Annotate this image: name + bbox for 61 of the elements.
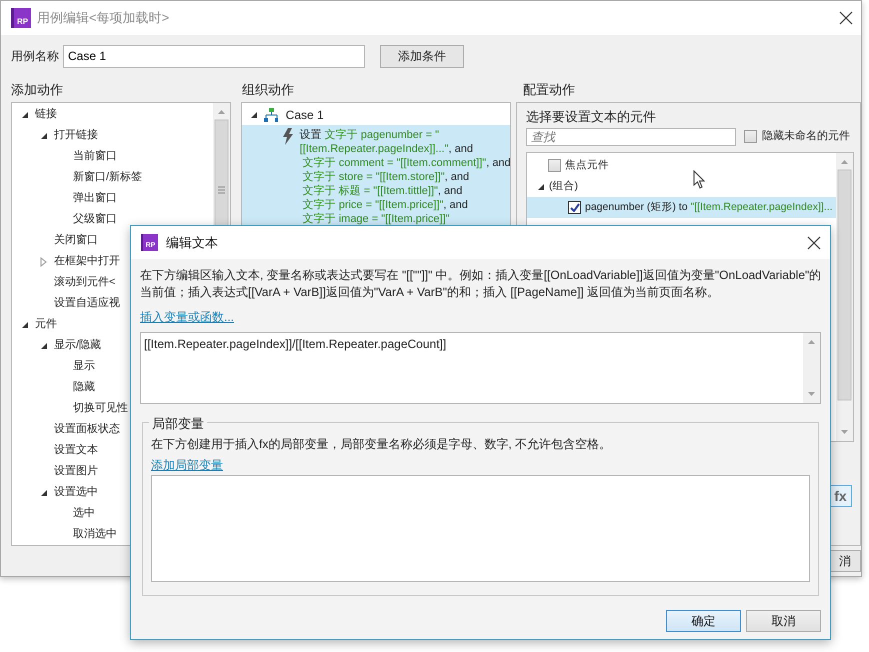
tree-item[interactable]: 设置面板状态	[54, 421, 120, 438]
tree-item[interactable]: 弹出窗口	[73, 190, 117, 207]
mouse-cursor-icon	[693, 170, 705, 189]
checkbox[interactable]	[568, 201, 581, 214]
tree-item[interactable]: 设置图片	[54, 463, 98, 480]
tree-item[interactable]: 元件	[35, 316, 57, 333]
tree-item[interactable]: 关闭窗口	[54, 232, 98, 249]
tree-item[interactable]: 滚动到元件<	[54, 274, 116, 291]
case-row[interactable]: Case 1	[242, 104, 510, 125]
group-label[interactable]: (组合)	[549, 178, 578, 194]
expanded-triangle-icon[interactable]	[537, 182, 545, 190]
widget-row[interactable]: 焦点元件	[527, 155, 853, 176]
tree-item[interactable]: 新窗口/新标签	[73, 169, 142, 186]
tree-item[interactable]: 显示	[73, 358, 95, 375]
tree-item[interactable]: 当前窗口	[73, 148, 117, 165]
field-label: 用例名称	[11, 48, 59, 65]
expanded-triangle-icon[interactable]	[250, 110, 258, 118]
collapsed-triangle-icon[interactable]	[40, 256, 47, 266]
hide-unnamed-checkbox[interactable]: 隐藏未命名的元件	[744, 128, 850, 145]
add-local-variable-link[interactable]: 添加局部变量	[151, 458, 223, 472]
expanded-triangle-icon[interactable]	[21, 320, 29, 328]
checkbox[interactable]	[548, 159, 561, 172]
tree-item[interactable]: 链接	[35, 106, 57, 123]
app-logo: RP	[11, 8, 31, 28]
close-icon[interactable]	[839, 11, 853, 25]
lightning-icon	[282, 128, 294, 145]
expanded-triangle-icon[interactable]	[21, 110, 29, 118]
scrollbar[interactable]	[836, 153, 853, 441]
close-icon[interactable]	[807, 236, 821, 250]
tree-item[interactable]: 设置文本	[54, 442, 98, 459]
dialog-button[interactable]: 确定	[666, 610, 741, 632]
tree-item[interactable]: 选中	[73, 505, 95, 522]
tree-item[interactable]: 打开链接	[54, 127, 98, 144]
section-heading: 添加动作	[11, 81, 64, 100]
expression-text-area[interactable]: [[Item.Repeater.pageIndex]]/[[Item.Repeater.pageCount]]	[140, 332, 821, 404]
dialog-button[interactable]: 取消	[746, 610, 821, 632]
expanded-triangle-icon[interactable]	[40, 342, 48, 350]
case-tree-icon	[264, 108, 278, 122]
tree-item[interactable]: 在框架中打开	[54, 253, 120, 270]
tree-item[interactable]: 父级窗口	[73, 211, 117, 228]
instructions-text: 在下方编辑区输入文本, 变量名称或表达式要写在 "[[""]]" 中。例如：插入变量[[OnLoadVariable]]返回值为变量"OnLoadVariable"的当前值；插入表达式[[VarA + VarB]]返回值为"VarA + VarB"的和；插入 [[PageName]] 返回值为当前页面名称。	[140, 267, 822, 301]
insert-variable-link[interactable]: 插入变量或函数...	[140, 310, 234, 324]
panel-prompt: 选择要设置文本的元件	[526, 108, 657, 126]
description-text: 在下方创建用于插入fx的局部变量，局部变量名称必须是字母、数字, 不允许包含空格。	[151, 436, 612, 453]
section-heading: 组织动作	[242, 81, 295, 100]
fx-button[interactable]: fx	[829, 485, 852, 507]
tree-item[interactable]: 显示/隐藏	[54, 337, 102, 354]
tree-item[interactable]: 隐藏	[73, 379, 95, 396]
search-field[interactable]: 查找	[526, 128, 736, 146]
tree-item[interactable]: 取消选中	[73, 526, 117, 543]
case-name-field[interactable]: Case 1	[63, 44, 365, 68]
tree-item[interactable]: 设置自适应视	[54, 295, 120, 312]
section-heading: 配置动作	[523, 81, 575, 100]
dialog-title: 编辑文本	[166, 234, 218, 252]
window-title: 用例编辑<每项加载时>	[37, 9, 170, 28]
tree-item[interactable]: 切换可见性	[73, 400, 128, 417]
tree-item[interactable]: 设置选中	[54, 484, 98, 501]
scrollbar[interactable]	[803, 333, 820, 403]
expanded-triangle-icon[interactable]	[40, 488, 48, 496]
expanded-triangle-icon[interactable]	[40, 132, 48, 140]
add-condition-button[interactable]: 添加条件	[380, 44, 464, 68]
